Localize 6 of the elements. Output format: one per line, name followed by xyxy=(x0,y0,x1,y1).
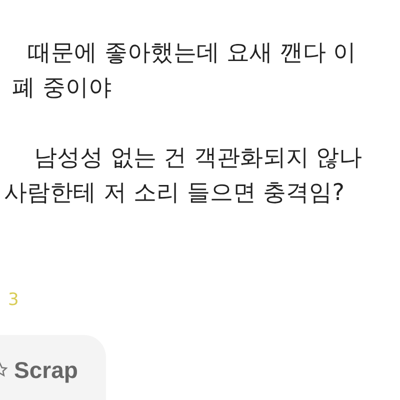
post-text-line: 사람한테 저 소리 들으면 충격임? xyxy=(3,179,346,208)
post-text-line: 폐 중이야 xyxy=(11,74,112,103)
post-text-line: 때문에 좋아했는데 요새 깬다 이 xyxy=(27,39,358,68)
post-text-line: 남성성 없는 건 객관화되지 않나 xyxy=(33,144,364,173)
scrap-button[interactable]: Scrap xyxy=(0,335,106,400)
like-count: 3 xyxy=(8,289,19,311)
